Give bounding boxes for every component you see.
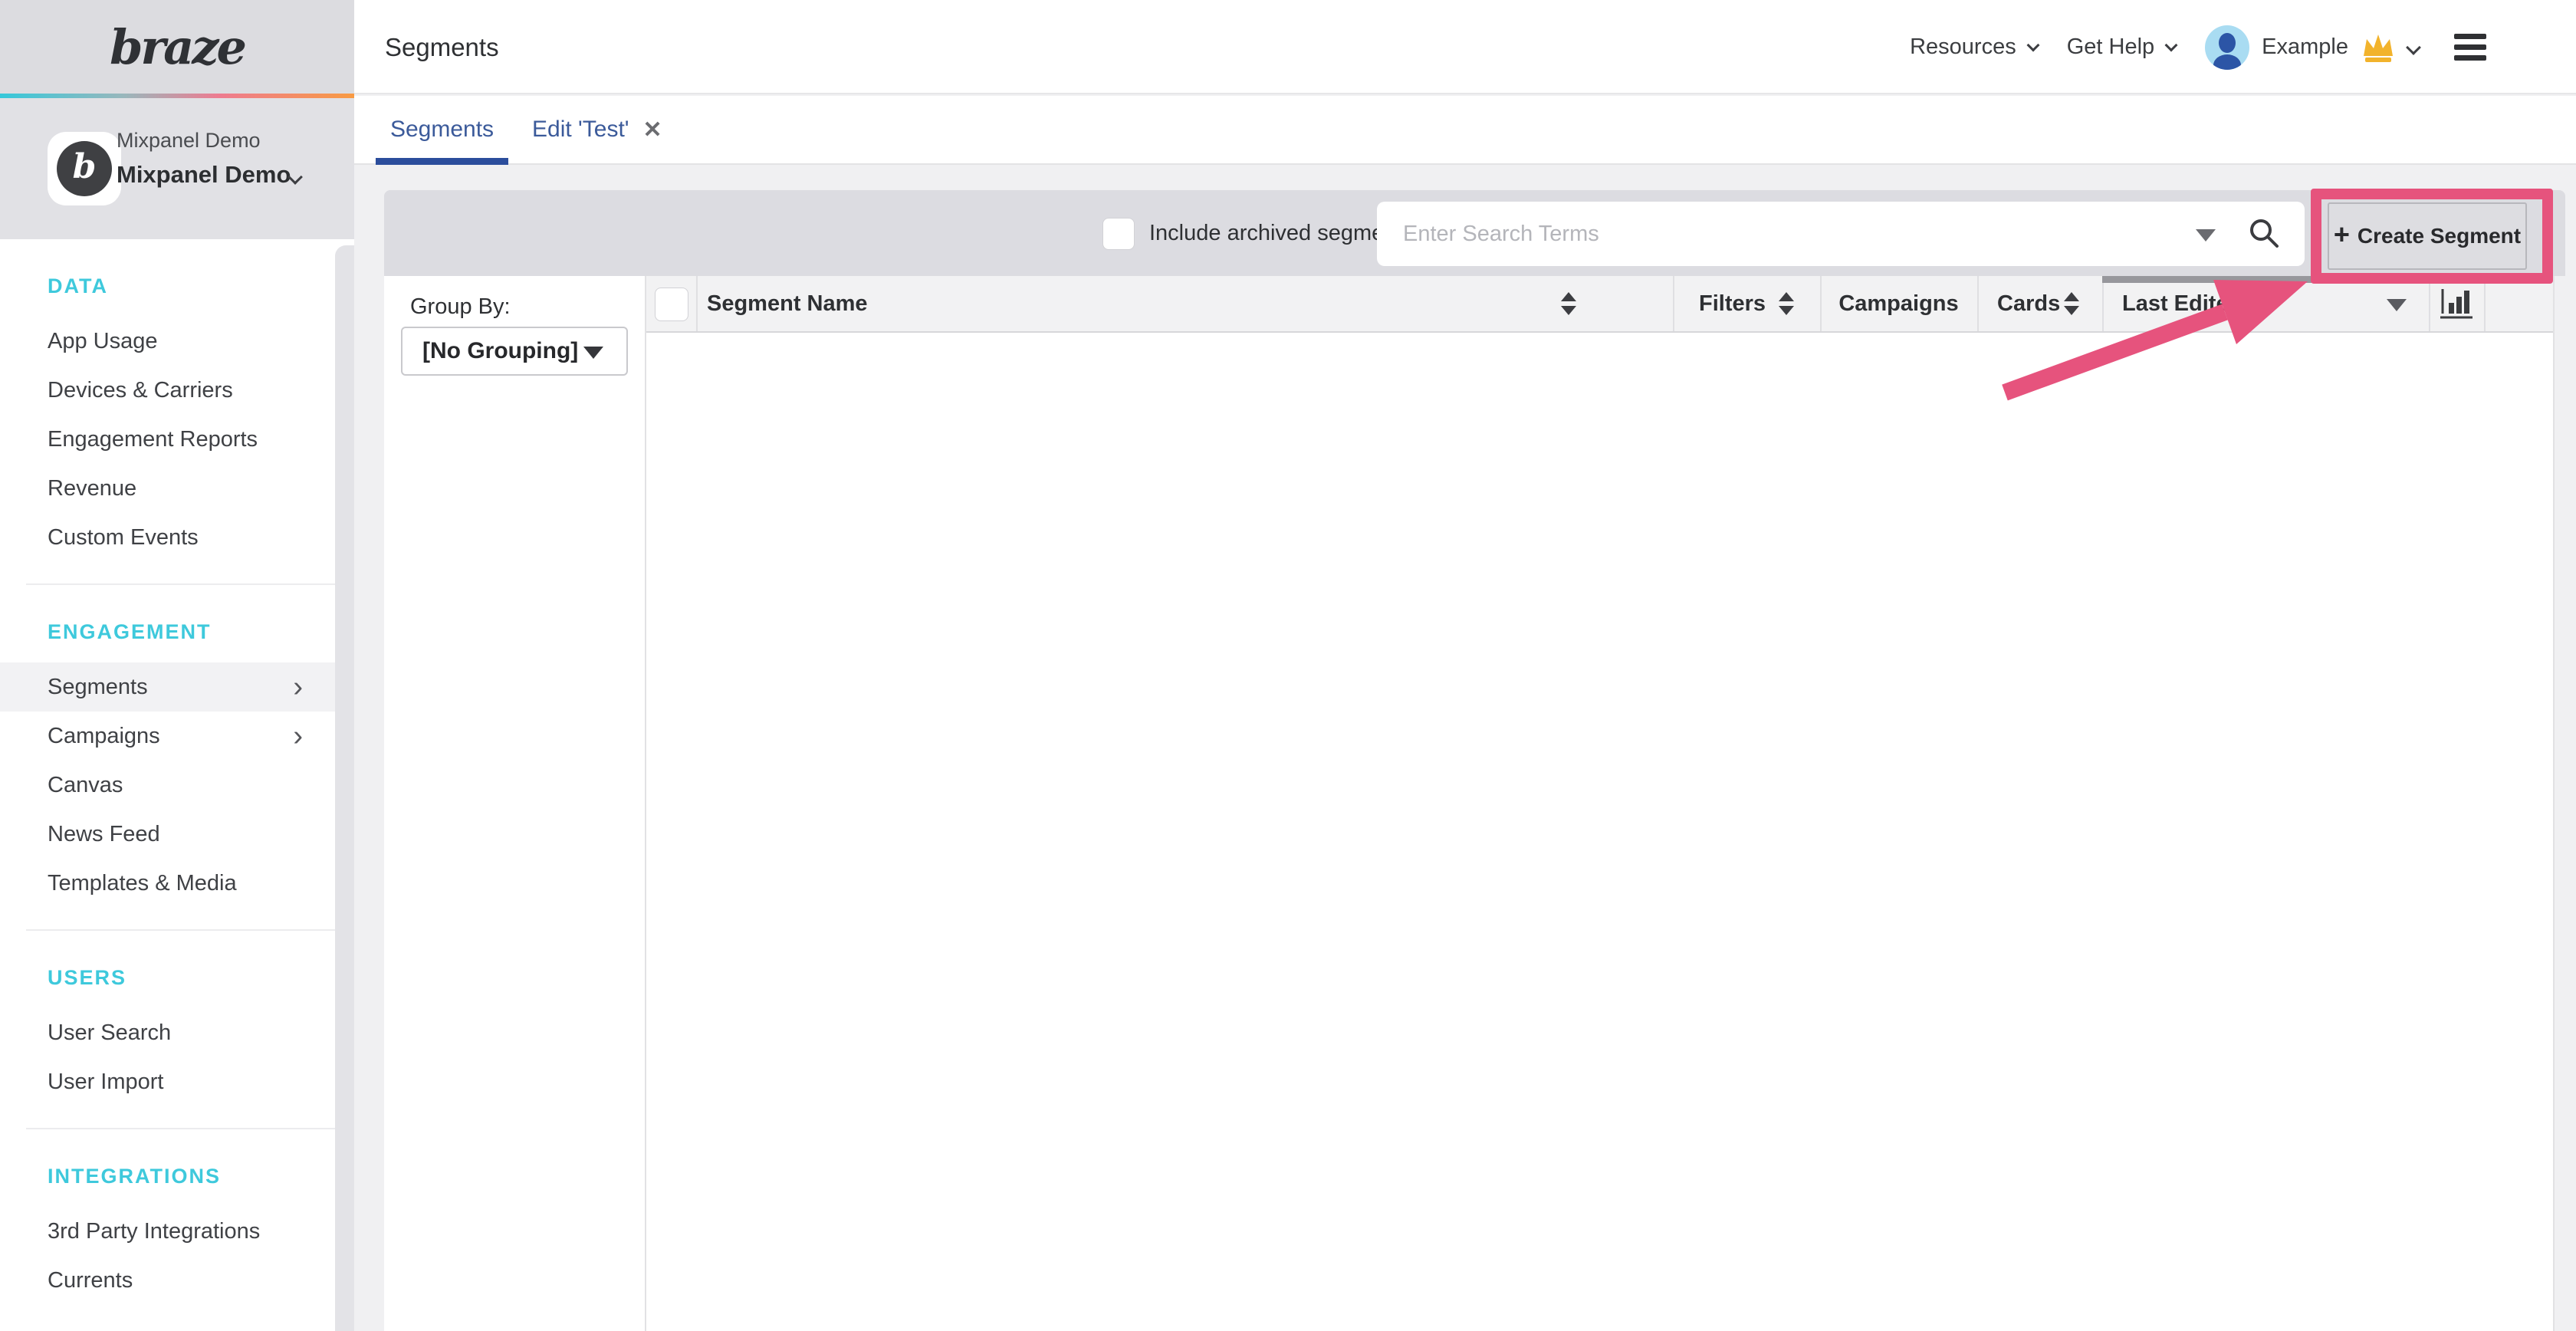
sidebar-item-app-usage[interactable]: App Usage — [0, 317, 335, 366]
chevron-down-icon — [2165, 38, 2178, 51]
group-by-value: [No Grouping] — [422, 328, 578, 374]
section-title-users: USERS — [48, 966, 354, 990]
nav-section-users: USERS User Search User Import — [0, 966, 354, 1129]
column-header-analytics[interactable] — [2429, 276, 2484, 331]
sidebar-item-news-feed[interactable]: News Feed — [0, 810, 335, 859]
logo-block: braze — [0, 0, 354, 94]
sidebar-item-currents[interactable]: Currents — [0, 1256, 335, 1305]
segments-table-body — [646, 333, 2553, 1331]
sidebar-item-revenue[interactable]: Revenue — [0, 464, 335, 513]
divider — [696, 276, 698, 331]
nav-section-data: DATA App Usage Devices & Carriers Engage… — [0, 274, 354, 585]
group-by-dropdown[interactable]: [No Grouping] — [401, 327, 628, 376]
sort-icon[interactable] — [2064, 292, 2079, 315]
sidebar-item-user-search[interactable]: User Search — [0, 1008, 335, 1057]
column-header-last-edited[interactable]: Last Edited — [2102, 276, 2429, 331]
create-segment-button[interactable]: + Create Segment — [2328, 202, 2527, 270]
bar-chart-icon — [2440, 288, 2473, 320]
sidebar-item-templates-media[interactable]: Templates & Media — [0, 859, 335, 908]
search-icon[interactable] — [2248, 217, 2282, 251]
section-title-data: DATA — [48, 274, 354, 298]
avatar — [2205, 25, 2249, 70]
last-edited-dropdown-caret-icon[interactable] — [2387, 299, 2407, 311]
sidebar-scrollbar[interactable] — [335, 245, 354, 1331]
dropdown-caret-icon — [583, 347, 603, 359]
chevron-down-icon — [2026, 38, 2039, 51]
active-tab-underline — [376, 158, 508, 165]
horizontal-scrollbar-thumb[interactable] — [2102, 276, 2398, 283]
sidebar-item-engagement-reports[interactable]: Engagement Reports — [0, 415, 335, 464]
crown-icon — [2361, 32, 2396, 63]
resources-menu[interactable]: Resources — [1910, 35, 2038, 60]
sidebar-item-segments[interactable]: Segments › — [0, 662, 335, 712]
user-menu[interactable]: Example — [2205, 25, 2419, 70]
include-archived-checkbox[interactable] — [1102, 218, 1135, 250]
column-header-cards[interactable]: Cards — [1977, 276, 2102, 331]
plus-icon: + — [2334, 219, 2350, 251]
column-header-campaigns[interactable]: Campaigns — [1820, 276, 1977, 331]
workspace-app-name: Mixpanel Demo — [117, 161, 291, 189]
sidebar-item-canvas[interactable]: Canvas — [0, 761, 335, 810]
divider — [26, 929, 335, 931]
sort-icon[interactable] — [1561, 292, 1576, 315]
nav-section-integrations: INTEGRATIONS 3rd Party Integrations Curr… — [0, 1165, 354, 1305]
top-bar: Segments Resources Get Help Example — [354, 0, 2576, 94]
search-field — [1377, 202, 2305, 266]
tabs-bar: Segments Edit 'Test' ✕ — [354, 96, 2576, 165]
workspace-company-label: Mixpanel Demo — [117, 129, 261, 153]
divider — [26, 1128, 335, 1129]
sidebar-item-3rd-party-integrations[interactable]: 3rd Party Integrations — [0, 1207, 335, 1256]
top-bar-actions: Resources Get Help Example — [1910, 0, 2486, 94]
chevron-right-icon: › — [293, 712, 303, 761]
sidebar-item-custom-events[interactable]: Custom Events — [0, 513, 335, 562]
column-header-filters[interactable]: Filters — [1673, 276, 1820, 331]
sidebar-item-campaigns[interactable]: Campaigns › — [0, 712, 335, 761]
segments-toolbar: Include archived segments + Create Segme… — [384, 190, 2565, 276]
nav-section-engagement: ENGAGEMENT Segments › Campaigns › Canvas… — [0, 620, 354, 931]
section-title-engagement: ENGAGEMENT — [48, 620, 354, 644]
chevron-down-icon — [2406, 40, 2421, 55]
tab-edit-test[interactable]: Edit 'Test' ✕ — [532, 96, 662, 163]
sidebar-item-user-import[interactable]: User Import — [0, 1057, 335, 1106]
group-by-label: Group By: — [410, 294, 511, 320]
divider — [2484, 276, 2486, 331]
hamburger-menu-icon[interactable] — [2454, 34, 2486, 61]
get-help-menu[interactable]: Get Help — [2067, 35, 2176, 60]
search-dropdown-caret-icon[interactable] — [2196, 229, 2216, 242]
divider — [2553, 276, 2555, 1331]
avatar-person-icon — [2219, 33, 2236, 53]
chevron-right-icon: › — [293, 662, 303, 712]
segments-table-header: Segment Name Filters Campaigns Cards Las… — [646, 276, 2553, 333]
workspace-logo: b — [48, 132, 121, 205]
sidebar-nav: DATA App Usage Devices & Carriers Engage… — [0, 239, 354, 1331]
section-title-integrations: INTEGRATIONS — [48, 1165, 354, 1188]
workspace-monogram-icon: b — [57, 141, 112, 196]
search-input[interactable] — [1403, 202, 2185, 266]
sort-icon[interactable] — [1779, 292, 1794, 315]
braze-logo: braze — [110, 19, 245, 75]
group-by-panel: Group By: [No Grouping] — [384, 276, 646, 1331]
close-icon[interactable]: ✕ — [643, 117, 662, 143]
divider — [26, 583, 335, 585]
include-archived-label: Include archived segments — [1149, 190, 1414, 276]
column-header-segment-name[interactable]: Segment Name — [707, 276, 1612, 331]
workspace-selector[interactable]: b Mixpanel Demo Mixpanel Demo — [0, 98, 354, 239]
sidebar-item-devices-carriers[interactable]: Devices & Carriers — [0, 366, 335, 415]
user-name: Example — [2262, 35, 2348, 60]
tab-segments[interactable]: Segments — [376, 96, 508, 163]
braze-dashboard: braze b Mixpanel Demo Mixpanel Demo DATA… — [0, 0, 2576, 1331]
page-title: Segments — [385, 0, 499, 94]
sidebar: braze b Mixpanel Demo Mixpanel Demo DATA… — [0, 0, 354, 1331]
select-all-checkbox[interactable] — [655, 288, 688, 321]
